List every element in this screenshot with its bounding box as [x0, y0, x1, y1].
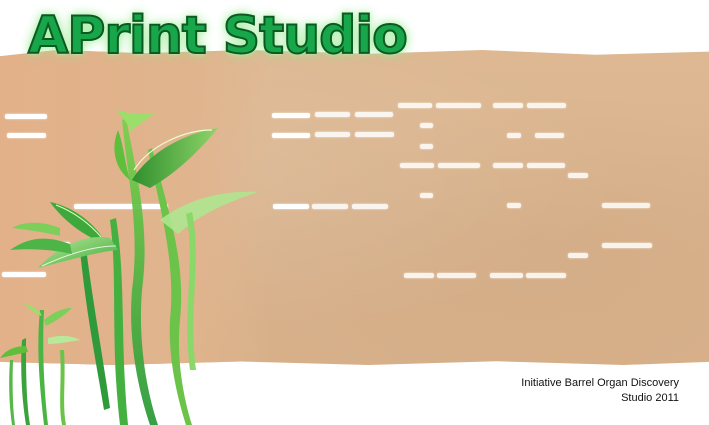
punch-hole — [507, 203, 521, 208]
splash-screen: APrint Studio Initiative Barrel Organ Di… — [0, 0, 709, 425]
punch-hole — [493, 103, 523, 108]
caption-line-1: Initiative Barrel Organ Discovery — [521, 377, 679, 389]
punch-hole — [355, 112, 393, 117]
punch-hole — [535, 133, 564, 138]
punch-hole — [568, 173, 588, 178]
punch-hole — [315, 112, 350, 117]
punch-hole — [315, 132, 350, 137]
punch-hole — [602, 243, 652, 248]
punch-hole — [490, 273, 523, 278]
punch-hole — [398, 103, 432, 108]
punch-hole — [527, 163, 565, 168]
punch-hole — [436, 103, 481, 108]
punch-hole — [355, 132, 394, 137]
punch-hole — [420, 193, 433, 198]
punch-hole — [568, 253, 588, 258]
punch-hole — [400, 163, 434, 168]
caption-line-2: Studio 2011 — [621, 392, 679, 404]
punch-hole — [420, 123, 433, 128]
punch-hole — [602, 203, 650, 208]
caption: Initiative Barrel Organ Discovery Studio… — [521, 376, 679, 406]
punch-hole — [420, 144, 433, 149]
punch-hole — [352, 204, 388, 209]
punch-hole — [438, 163, 480, 168]
punch-hole — [527, 103, 566, 108]
punch-hole — [273, 204, 309, 209]
punch-hole — [507, 133, 521, 138]
punch-hole — [312, 204, 348, 209]
punch-hole — [404, 273, 434, 278]
punch-hole — [526, 273, 566, 278]
punch-hole — [493, 163, 523, 168]
punch-hole — [272, 133, 310, 138]
punch-hole — [437, 273, 476, 278]
punch-hole — [272, 113, 310, 118]
app-title: APrint Studio — [27, 6, 409, 66]
plants-illustration — [0, 110, 258, 425]
